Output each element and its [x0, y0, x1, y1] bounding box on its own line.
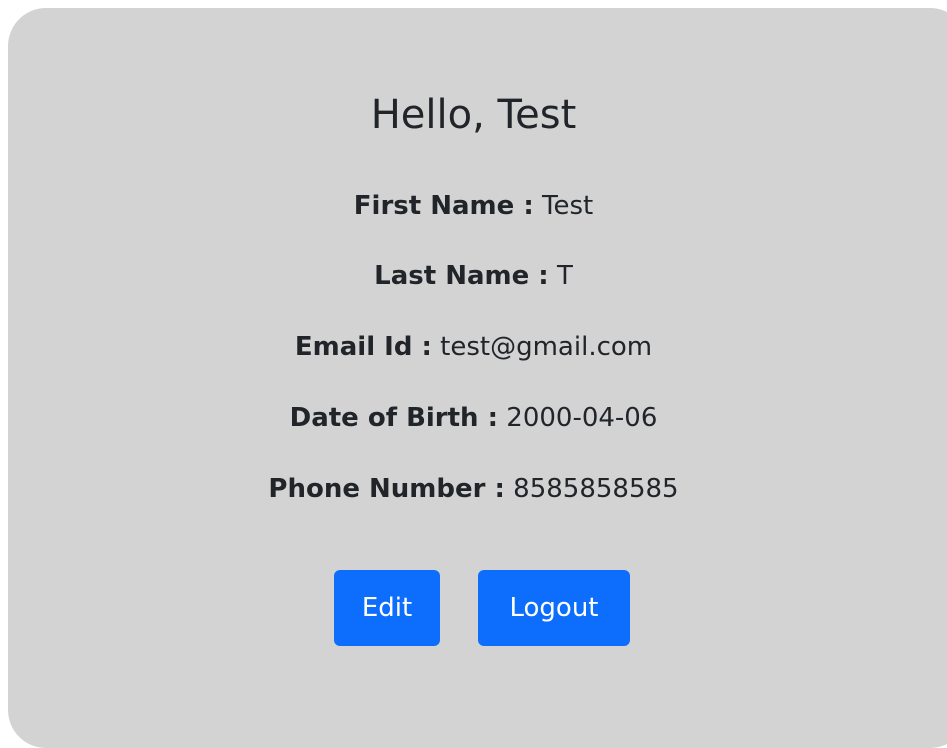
dob-value: 2000-04-06	[506, 403, 658, 433]
dob-label: Date of Birth :	[289, 403, 499, 433]
email-row: Email Id : test@gmail.com	[0, 329, 947, 365]
phone-row: Phone Number : 8585858585	[0, 471, 947, 507]
last-name-label: Last Name :	[374, 261, 549, 291]
first-name-value: Test	[542, 191, 594, 221]
last-name-value: T	[556, 261, 573, 291]
last-name-row: Last Name : T	[0, 258, 947, 294]
first-name-row: First Name : Test	[0, 188, 947, 224]
phone-label: Phone Number :	[268, 474, 505, 504]
email-label: Email Id :	[294, 332, 432, 362]
phone-value: 8585858585	[513, 474, 679, 504]
profile-content: Hello, Test First Name : Test Last Name …	[0, 0, 947, 715]
greeting-heading: Hello, Test	[370, 92, 577, 138]
logout-button[interactable]: Logout	[478, 570, 630, 646]
edit-button[interactable]: Edit	[334, 570, 440, 646]
dob-row: Date of Birth : 2000-04-06	[0, 400, 947, 436]
email-value: test@gmail.com	[440, 332, 653, 362]
first-name-label: First Name :	[353, 191, 534, 221]
